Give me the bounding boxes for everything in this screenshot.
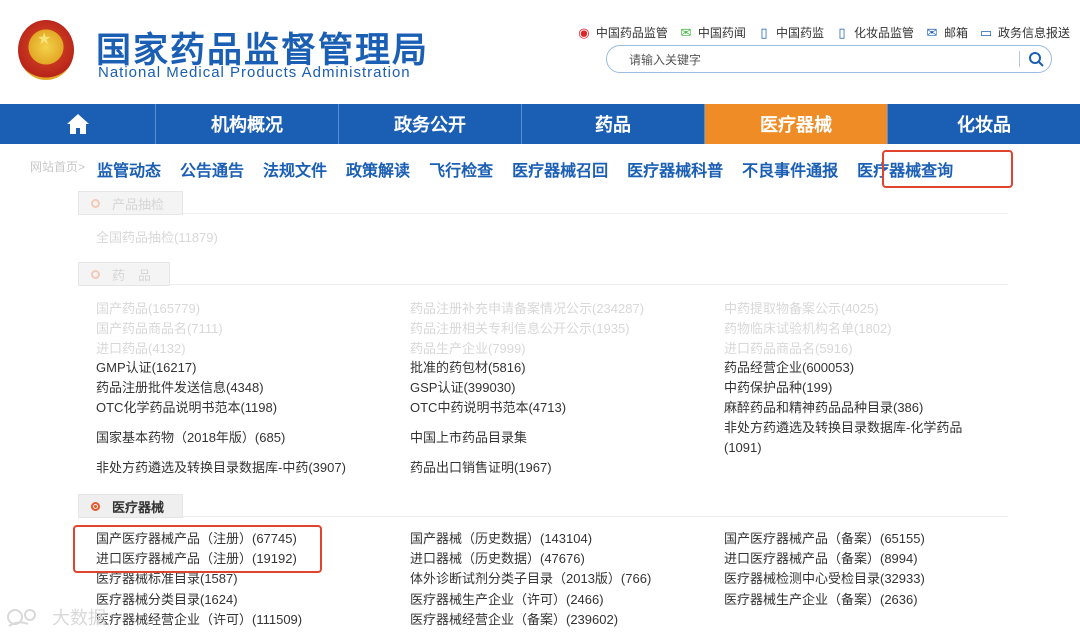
watermark: 大数据 bbox=[6, 604, 106, 630]
site-title-english[interactable]: National Medical Products Administration bbox=[98, 64, 411, 81]
breadcrumb[interactable]: 网站首页> bbox=[30, 158, 85, 175]
drug-link[interactable]: 中药提取物备案公示(4025) bbox=[724, 299, 879, 319]
drug-link[interactable]: 国产药品(165779) bbox=[96, 299, 200, 319]
section-header-sampling: 产品抽检 bbox=[78, 191, 1008, 215]
watermark-logo-icon bbox=[7, 609, 36, 627]
drug-link[interactable]: 药品经营企业(600053) bbox=[724, 358, 854, 378]
section-tab: 医疗器械 bbox=[78, 494, 184, 518]
highlight-box-device-query bbox=[882, 150, 1013, 188]
top-link-label: 中国药品监管 bbox=[595, 26, 668, 40]
device-link[interactable]: 国产医疗器械产品（备案）(65155) bbox=[724, 529, 925, 549]
section-header-drugs: 药 品 bbox=[78, 262, 1008, 286]
subnav-item-device-science[interactable]: 医疗器械科普 bbox=[627, 157, 723, 181]
subnav-item-device-recall[interactable]: 医疗器械召回 bbox=[512, 157, 608, 181]
device-link[interactable]: 进口医疗器械产品（备案）(8994) bbox=[724, 549, 918, 569]
nav-item-drugs[interactable]: 药品 bbox=[522, 104, 705, 144]
device-link[interactable]: 医疗器械生产企业（备案）(2636) bbox=[724, 590, 918, 610]
top-link-mail[interactable]: ✉ 邮箱 bbox=[924, 24, 968, 41]
national-emblem-logo: ★ bbox=[18, 20, 74, 80]
section-tab: 药 品 bbox=[78, 262, 171, 286]
section-title: 医疗器械 bbox=[112, 499, 165, 515]
device-link[interactable]: 进口器械（历史数据）(47676) bbox=[410, 549, 585, 569]
drug-link[interactable]: OTC中药说明书范本(4713) bbox=[410, 398, 566, 418]
drug-link[interactable]: 进口药品(4132) bbox=[96, 339, 186, 359]
drug-link[interactable]: 药品出口销售证明(1967) bbox=[410, 458, 552, 478]
bullet-icon bbox=[91, 198, 100, 208]
drug-link[interactable]: 中药保护品种(199) bbox=[724, 378, 832, 398]
drug-link-count[interactable]: (1091) bbox=[724, 438, 762, 458]
phone-icon: ▯ bbox=[838, 24, 846, 40]
monitor-icon: ▭ bbox=[979, 24, 993, 40]
subnav-item-flight-inspection[interactable]: 飞行检查 bbox=[429, 157, 493, 181]
bullet-icon bbox=[91, 269, 100, 279]
search-input[interactable] bbox=[627, 50, 1011, 70]
nav-home[interactable] bbox=[0, 104, 156, 144]
device-link[interactable]: 体外诊断试剂分类子目录（2013版）(766) bbox=[410, 569, 651, 589]
wechat-icon: ✉ bbox=[680, 24, 692, 40]
top-link-info-report[interactable]: ▭ 政务信息报送 bbox=[978, 24, 1070, 41]
search-divider bbox=[1019, 51, 1020, 67]
section-title: 药 品 bbox=[112, 267, 152, 283]
section-title: 产品抽检 bbox=[112, 196, 165, 212]
nav-item-gov-affairs[interactable]: 政务公开 bbox=[339, 104, 522, 144]
drug-link[interactable]: OTC化学药品说明书范本(1198) bbox=[96, 398, 277, 418]
nav-item-cosmetics[interactable]: 化妆品 bbox=[888, 104, 1080, 144]
top-link-mobile-2[interactable]: ▯ 化妆品监管 bbox=[834, 24, 914, 41]
drug-link[interactable]: 批准的药包材(5816) bbox=[410, 358, 526, 378]
device-link[interactable]: 医疗器械生产企业（许可）(2466) bbox=[410, 590, 604, 610]
drug-link[interactable]: 药品注册相关专利信息公开公示(1935) bbox=[410, 319, 630, 339]
drug-link[interactable]: 非处方药遴选及转换目录数据库-化学药品 bbox=[724, 418, 962, 438]
top-link-weibo[interactable]: ◉ 中国药品监管 bbox=[576, 24, 668, 41]
device-link[interactable]: 医疗器械经营企业（备案）(239602) bbox=[410, 610, 618, 630]
subnav-item-adverse-events[interactable]: 不良事件通报 bbox=[742, 157, 838, 181]
drug-link[interactable]: 药物临床试验机构名单(1802) bbox=[724, 319, 892, 339]
nav-item-about[interactable]: 机构概况 bbox=[156, 104, 339, 144]
sub-nav-items: 监管动态 公告通告 法规文件 政策解读 飞行检查 医疗器械召回 医疗器械科普 不… bbox=[97, 157, 972, 181]
drug-link[interactable]: 国产药品商品名(7111) bbox=[96, 319, 223, 339]
section-header-devices: 医疗器械 bbox=[78, 494, 1008, 518]
top-link-label: 中国药闻 bbox=[697, 26, 746, 40]
top-link-label: 政务信息报送 bbox=[997, 26, 1070, 40]
top-link-mobile-1[interactable]: ▯ 中国药监 bbox=[756, 24, 824, 41]
subnav-item-announcements[interactable]: 公告通告 bbox=[180, 157, 244, 181]
subnav-item-policy-interpretation[interactable]: 政策解读 bbox=[346, 157, 410, 181]
subnav-item-regulations[interactable]: 法规文件 bbox=[263, 157, 327, 181]
bullet-icon bbox=[91, 501, 100, 511]
device-link[interactable]: 医疗器械分类目录(1624) bbox=[96, 590, 238, 610]
mail-icon: ✉ bbox=[926, 24, 938, 40]
home-icon bbox=[66, 114, 89, 134]
search-icon[interactable] bbox=[1027, 50, 1045, 68]
drug-link[interactable]: GMP认证(16217) bbox=[96, 358, 196, 378]
top-link-wechat[interactable]: ✉ 中国药闻 bbox=[678, 24, 746, 41]
drug-link[interactable]: 非处方药遴选及转换目录数据库-中药(3907) bbox=[96, 458, 346, 478]
drug-link[interactable]: 麻醉药品和精神药品品种目录(386) bbox=[724, 398, 923, 418]
drug-link[interactable]: 药品生产企业(7999) bbox=[410, 339, 526, 359]
top-links: ◉ 中国药品监管 ✉ 中国药闻 ▯ 中国药监 ▯ 化妆品监管 ✉ 邮箱 ▭ 政务… bbox=[576, 24, 1070, 41]
sampling-link[interactable]: 全国药品抽检(11879) bbox=[96, 228, 218, 248]
search-box bbox=[606, 45, 1052, 73]
drug-link[interactable]: 国家基本药物（2018年版）(685) bbox=[96, 428, 285, 448]
drug-link[interactable]: 药品注册补充申请备案情况公示(234287) bbox=[410, 299, 644, 319]
nav-item-medical-devices[interactable]: 医疗器械 bbox=[705, 104, 888, 144]
device-link[interactable]: 国产器械（历史数据）(143104) bbox=[410, 529, 592, 549]
watermark-text: 大数据 bbox=[52, 608, 106, 628]
drug-link[interactable]: 药品注册批件发送信息(4348) bbox=[96, 378, 264, 398]
drug-link[interactable]: 中国上市药品目录集 bbox=[410, 428, 527, 448]
highlight-box-registered-devices bbox=[73, 525, 322, 573]
top-link-label: 化妆品监管 bbox=[853, 26, 914, 40]
subnav-item-regulatory-news[interactable]: 监管动态 bbox=[97, 157, 161, 181]
top-link-label: 邮箱 bbox=[943, 26, 968, 40]
weibo-icon: ◉ bbox=[578, 24, 590, 40]
drug-link[interactable]: GSP认证(399030) bbox=[410, 378, 516, 398]
main-nav: 机构概况 政务公开 药品 医疗器械 化妆品 bbox=[0, 104, 1080, 144]
device-link[interactable]: 医疗器械检测中心受检目录(32933) bbox=[724, 569, 925, 589]
site-header: ★ 国家药品监督管理局 National Medical Products Ad… bbox=[0, 0, 1080, 104]
drug-link[interactable]: 进口药品商品名(5916) bbox=[724, 339, 853, 359]
device-link[interactable]: 医疗器械经营企业（许可）(111509) bbox=[96, 610, 302, 630]
phone-icon: ▯ bbox=[760, 24, 768, 40]
top-link-label: 中国药监 bbox=[775, 26, 824, 40]
section-tab: 产品抽检 bbox=[78, 191, 184, 215]
